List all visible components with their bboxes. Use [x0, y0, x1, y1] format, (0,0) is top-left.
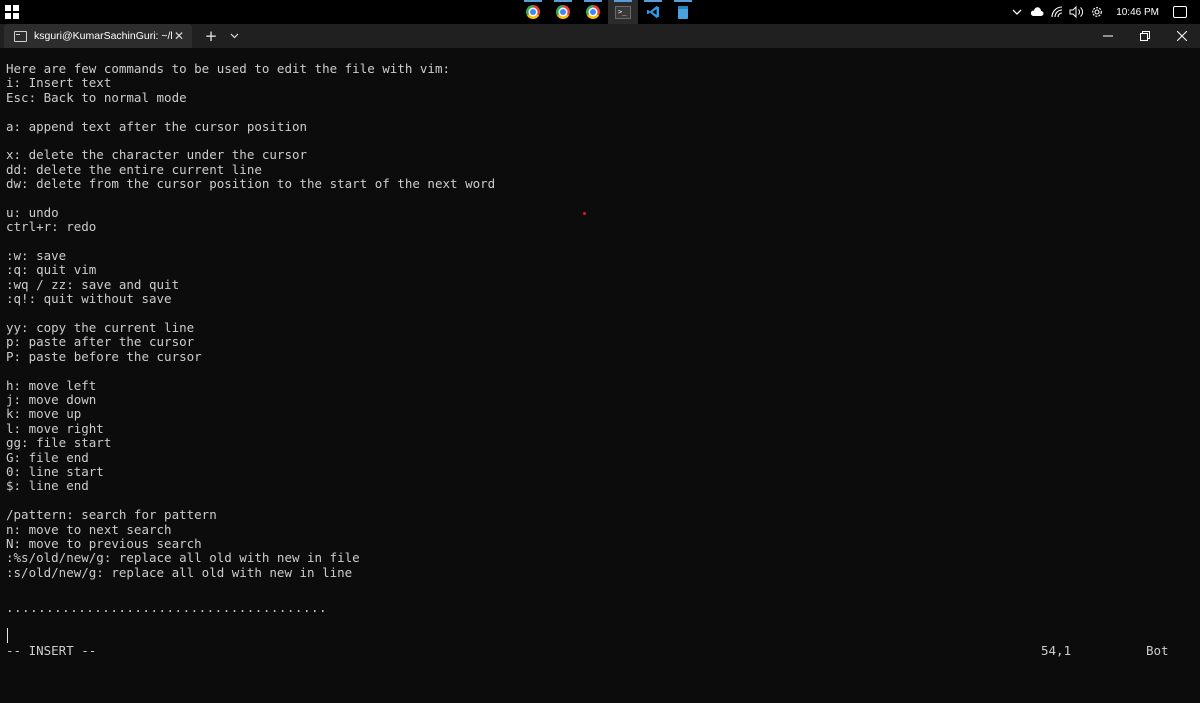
maximize-button[interactable] — [1126, 24, 1163, 48]
editor-line: u: undo — [6, 204, 59, 220]
vim-statusline: -- INSERT -- 54,1 Bot — [6, 643, 1194, 659]
editor-line: :w: save — [6, 248, 67, 264]
new-tab-button[interactable]: + — [203, 26, 219, 46]
editor-line: dd: delete the entire current line — [6, 161, 262, 177]
editor-line: x: delete the character under the cursor — [6, 147, 308, 163]
chrome-icon — [526, 5, 540, 19]
editor-line: :q: quit vim — [6, 262, 97, 278]
editor-line: dw: delete from the cursor position to t… — [6, 176, 496, 192]
terminal-tab-bar: ksguri@KumarSachinGuri: ~/l ✕ + — [0, 24, 1200, 48]
editor-line: ctrl+r: redo — [6, 219, 97, 235]
close-icon — [1176, 31, 1187, 41]
dotted-line: ........................................ — [6, 600, 328, 615]
editor-line: P: paste before the cursor — [6, 348, 202, 364]
chrome-icon — [556, 5, 570, 19]
restore-icon — [1139, 31, 1150, 41]
close-tab-button[interactable]: ✕ — [172, 29, 186, 43]
terminal-icon: >_ — [615, 5, 631, 19]
taskbar-app-chrome-3[interactable] — [578, 0, 608, 24]
editor-line: :wq / zz: save and quit — [6, 276, 180, 292]
editor-line: l: move right — [6, 420, 104, 436]
editor-line: gg: file start — [6, 435, 112, 451]
scroll-position: Bot — [1146, 643, 1169, 658]
taskbar-app-notepad[interactable] — [668, 0, 698, 24]
taskbar-app-chrome-1[interactable] — [518, 0, 548, 24]
editor-line: yy: copy the current line — [6, 320, 195, 336]
chrome-icon — [586, 5, 600, 19]
cursor-position: 54,1 — [1041, 643, 1072, 658]
window-controls — [1089, 24, 1200, 48]
gear-icon[interactable] — [1088, 0, 1106, 24]
chevron-down-icon[interactable] — [227, 26, 241, 46]
volume-icon[interactable] — [1068, 0, 1086, 24]
editor-line: k: move up — [6, 406, 82, 422]
editor-line: j: move down — [6, 391, 97, 407]
taskbar-app-chrome-2[interactable] — [548, 0, 578, 24]
wifi-icon[interactable] — [1048, 0, 1066, 24]
mouse-pointer-dot — [583, 212, 586, 215]
taskbar-app-vscode[interactable] — [638, 0, 668, 24]
editor-line: 0: line start — [6, 463, 104, 479]
terminal-tab[interactable]: ksguri@KumarSachinGuri: ~/l ✕ — [4, 24, 192, 48]
editor-line: Here are few commands to be used to edit… — [6, 61, 451, 76]
vim-editor-content[interactable]: Here are few commands to be used to edit… — [6, 61, 1194, 602]
editor-line: n: move to next search — [6, 521, 172, 537]
editor-line: p: paste after the cursor — [6, 334, 195, 350]
vscode-icon — [647, 6, 659, 18]
system-tray: 10:46 PM — [1008, 0, 1200, 24]
terminal-tab-icon — [14, 30, 27, 42]
editor-line: Esc: Back to normal mode — [6, 89, 187, 105]
clock[interactable]: 10:46 PM — [1116, 7, 1159, 18]
editor-line: :q!: quit without save — [6, 291, 172, 307]
close-window-button[interactable] — [1163, 24, 1200, 48]
editor-line: :s/old/new/g: replace all old with new i… — [6, 564, 353, 580]
editor-line: i: Insert text — [6, 75, 112, 91]
pinned-apps: >_ — [518, 0, 698, 24]
editor-line: G: file end — [6, 449, 89, 465]
vim-mode-indicator: -- INSERT -- — [6, 643, 97, 658]
notepad-icon — [678, 5, 688, 19]
taskbar-app-terminal[interactable]: >_ — [608, 0, 638, 24]
windows-start-icon[interactable] — [5, 5, 19, 19]
chevron-up-icon[interactable] — [1008, 0, 1026, 24]
editor-line: $: line end — [6, 478, 89, 494]
cloud-icon[interactable] — [1028, 0, 1046, 24]
editor-line: N: move to previous search — [6, 535, 202, 551]
editor-line: a: append text after the cursor position — [6, 118, 308, 134]
text-cursor — [7, 628, 8, 643]
editor-line: /pattern: search for pattern — [6, 507, 217, 523]
taskbar: >_ 10:46 PM — [0, 0, 1200, 24]
tab-title: ksguri@KumarSachinGuri: ~/l — [34, 30, 172, 42]
editor-line: :%s/old/new/g: replace all old with new … — [6, 550, 360, 566]
notification-icon[interactable] — [1173, 6, 1187, 18]
editor-line: h: move left — [6, 377, 97, 393]
minimize-button[interactable] — [1089, 24, 1126, 48]
minimize-icon — [1102, 35, 1113, 37]
